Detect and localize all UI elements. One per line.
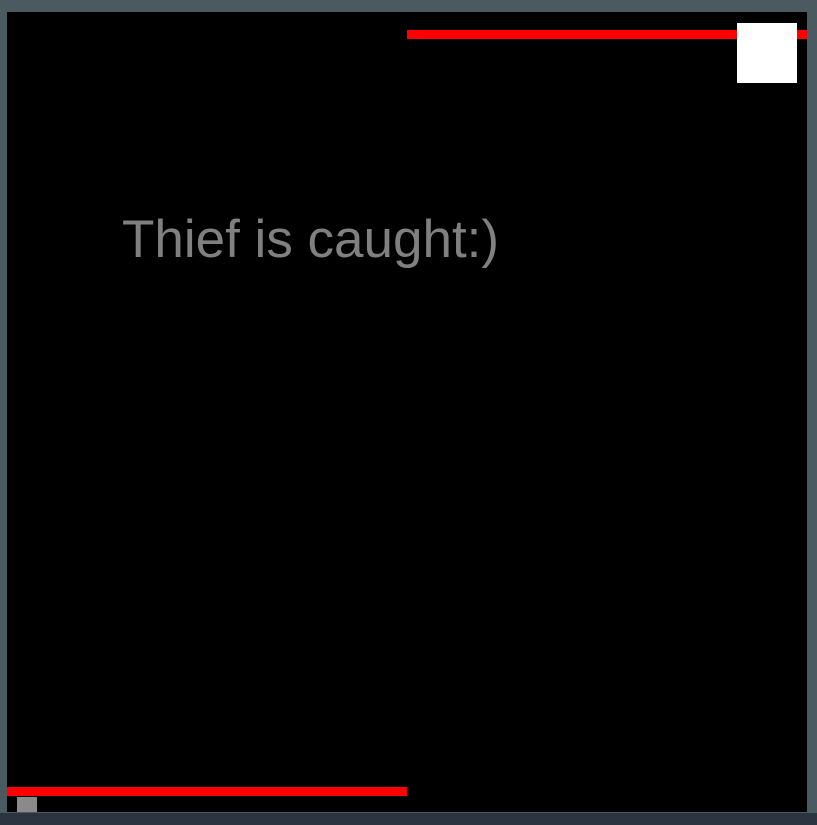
bottom-border-bar	[0, 813, 817, 825]
status-message: Thief is caught:)	[122, 210, 500, 269]
thief-block	[17, 797, 37, 812]
player-block	[737, 23, 797, 83]
red-wall-bottom	[7, 787, 407, 796]
game-canvas[interactable]: Thief is caught:)	[7, 12, 807, 812]
